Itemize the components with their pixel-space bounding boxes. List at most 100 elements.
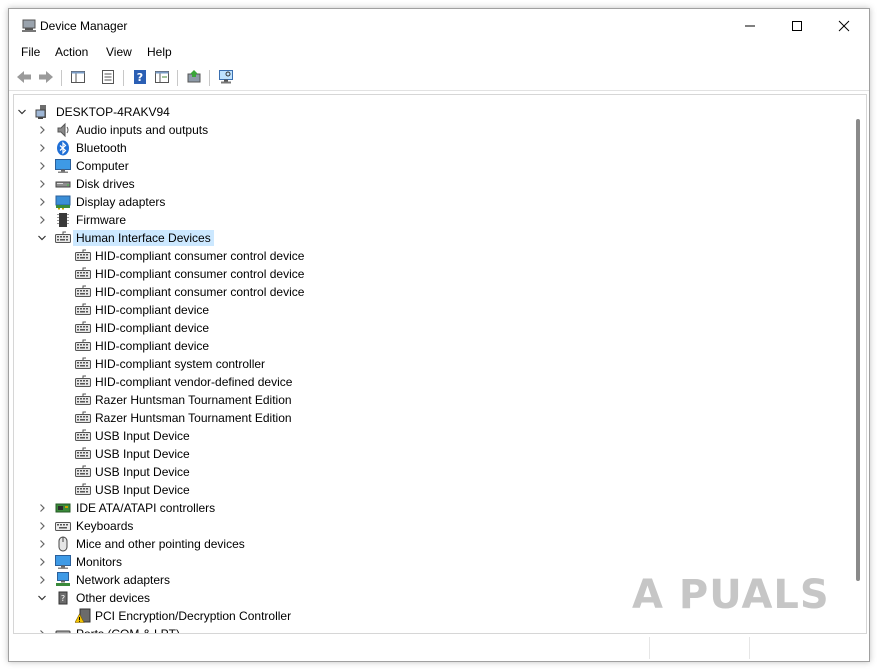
chevron-down-icon[interactable]	[36, 592, 48, 604]
tree-item-label: DESKTOP-4RAKV94	[56, 105, 170, 119]
title-bar[interactable]: Device Manager	[9, 9, 869, 43]
show-hide-console-tree-icon	[70, 69, 86, 88]
status-cell	[649, 637, 749, 659]
hid-icon	[75, 320, 91, 336]
properties-icon	[100, 69, 116, 88]
menu-view[interactable]: View	[106, 45, 132, 59]
tree-item-label: Human Interface Devices	[73, 230, 214, 246]
tree-item-keyboards[interactable]: Keyboards	[14, 517, 850, 535]
back-arrow-icon	[15, 69, 33, 88]
tree-item-label: HID-compliant consumer control device	[95, 249, 305, 263]
maximize-button[interactable]	[774, 9, 820, 43]
tree-item-label: USB Input Device	[95, 447, 190, 461]
tree-item-usb-input-device[interactable]: USB Input Device	[14, 445, 850, 463]
tree-item-razer-huntsman-tournament-edition[interactable]: Razer Huntsman Tournament Edition	[14, 409, 850, 427]
tree-item-hid-compliant-device[interactable]: HID-compliant device	[14, 301, 850, 319]
chevron-right-icon[interactable]	[36, 502, 48, 514]
chevron-down-icon[interactable]	[16, 106, 28, 118]
chevron-right-icon[interactable]	[36, 574, 48, 586]
menu-action[interactable]: Action	[55, 45, 88, 59]
tree-item-ide-ata-atapi-controllers[interactable]: IDE ATA/ATAPI controllers	[14, 499, 850, 517]
hid-icon	[75, 284, 91, 300]
close-button[interactable]	[821, 9, 867, 43]
chevron-right-icon[interactable]	[36, 124, 48, 136]
chevron-right-icon[interactable]	[36, 520, 48, 532]
tree-item-hid-compliant-vendor-defined-device[interactable]: HID-compliant vendor-defined device	[14, 373, 850, 391]
chevron-down-icon[interactable]	[36, 232, 48, 244]
chevron-right-icon[interactable]	[36, 556, 48, 568]
toolbar-separator	[209, 70, 210, 86]
tree-item-hid-compliant-consumer-control-device[interactable]: HID-compliant consumer control device	[14, 265, 850, 283]
tree-item-other-devices[interactable]: ? Other devices	[14, 589, 850, 607]
tree-item-usb-input-device[interactable]: USB Input Device	[14, 463, 850, 481]
tree-item-label: PCI Encryption/Decryption Controller	[95, 609, 292, 623]
tree-item-mice-and-other-pointing-devices[interactable]: Mice and other pointing devices	[14, 535, 850, 553]
tree-item-desktop-4rakv94[interactable]: DESKTOP-4RAKV94	[14, 103, 850, 121]
scrollbar-thumb[interactable]	[856, 119, 860, 581]
tree-item-hid-compliant-device[interactable]: HID-compliant device	[14, 337, 850, 355]
tree-item-razer-huntsman-tournament-edition[interactable]: Razer Huntsman Tournament Edition	[14, 391, 850, 409]
menu-help[interactable]: Help	[147, 45, 172, 59]
back-button[interactable]	[13, 67, 35, 89]
hid-icon	[75, 356, 91, 372]
other-devices-icon: ?	[55, 590, 71, 606]
tree-item-hid-compliant-consumer-control-device[interactable]: HID-compliant consumer control device	[14, 283, 850, 301]
chevron-right-icon[interactable]	[36, 628, 48, 633]
show-hide-console-tree-button[interactable]	[67, 67, 89, 89]
tree-item-label: Display adapters	[76, 195, 166, 209]
help-button[interactable]: ?	[129, 67, 151, 89]
tree-item-ports-com-lpt[interactable]: Ports (COM & LPT)	[14, 625, 850, 633]
properties-button[interactable]	[97, 67, 119, 89]
tree-item-bluetooth[interactable]: Bluetooth	[14, 139, 850, 157]
chevron-right-icon[interactable]	[36, 538, 48, 550]
hid-icon	[75, 410, 91, 426]
toolbar-separator	[123, 70, 124, 86]
tree-item-network-adapters[interactable]: Network adapters	[14, 571, 850, 589]
keyboard-icon	[55, 518, 71, 534]
tree-item-usb-input-device[interactable]: USB Input Device	[14, 481, 850, 499]
forward-arrow-icon	[37, 69, 55, 88]
toolbar-separator	[177, 70, 178, 86]
menu-file[interactable]: File	[21, 45, 40, 59]
hid-icon	[75, 464, 91, 480]
tree-item-label: HID-compliant consumer control device	[95, 267, 305, 281]
speaker-icon	[55, 122, 71, 138]
toolbar: ?	[9, 65, 869, 91]
run-button[interactable]	[151, 67, 173, 89]
hid-icon	[75, 374, 91, 390]
chevron-right-icon[interactable]	[36, 142, 48, 154]
hid-icon	[75, 266, 91, 282]
tree-item-hid-compliant-system-controller[interactable]: HID-compliant system controller	[14, 355, 850, 373]
tree-item-label: HID-compliant device	[95, 303, 210, 317]
tree-item-hid-compliant-device[interactable]: HID-compliant device	[14, 319, 850, 337]
forward-button[interactable]	[35, 67, 57, 89]
scan-hardware-changes-button[interactable]	[215, 67, 237, 89]
chevron-right-icon[interactable]	[36, 196, 48, 208]
tree-item-disk-drives[interactable]: Disk drives	[14, 175, 850, 193]
update-driver-button[interactable]	[183, 67, 205, 89]
device-manager-window: Device Manager File Action View Help ? D…	[8, 8, 870, 662]
tree-item-human-interface-devices[interactable]: Human Interface Devices	[14, 229, 850, 247]
mouse-icon	[55, 536, 71, 552]
tree-item-firmware[interactable]: Firmware	[14, 211, 850, 229]
chevron-right-icon[interactable]	[36, 178, 48, 190]
tree-item-pci-encryption-decryption-controller[interactable]: PCI Encryption/Decryption Controller	[14, 607, 850, 625]
minimize-button[interactable]	[727, 9, 773, 43]
tree-item-monitors[interactable]: Monitors	[14, 553, 850, 571]
tree-item-usb-input-device[interactable]: USB Input Device	[14, 427, 850, 445]
tree-item-computer[interactable]: Computer	[14, 157, 850, 175]
disk-drive-icon	[55, 176, 71, 192]
chevron-right-icon[interactable]	[36, 214, 48, 226]
tree-item-label: HID-compliant consumer control device	[95, 285, 305, 299]
display-adapter-icon	[55, 194, 71, 210]
vertical-scrollbar[interactable]	[851, 95, 866, 633]
tree-item-display-adapters[interactable]: Display adapters	[14, 193, 850, 211]
device-tree[interactable]: DESKTOP-4RAKV94 Audio inputs and outputs B…	[13, 94, 867, 634]
tree-item-hid-compliant-consumer-control-device[interactable]: HID-compliant consumer control device	[14, 247, 850, 265]
chevron-right-icon[interactable]	[36, 160, 48, 172]
tree-item-label: Disk drives	[76, 177, 135, 191]
tree-item-label: HID-compliant device	[95, 321, 210, 335]
maximize-icon	[791, 20, 803, 32]
tree-item-audio-inputs-and-outputs[interactable]: Audio inputs and outputs	[14, 121, 850, 139]
hid-icon	[75, 482, 91, 498]
